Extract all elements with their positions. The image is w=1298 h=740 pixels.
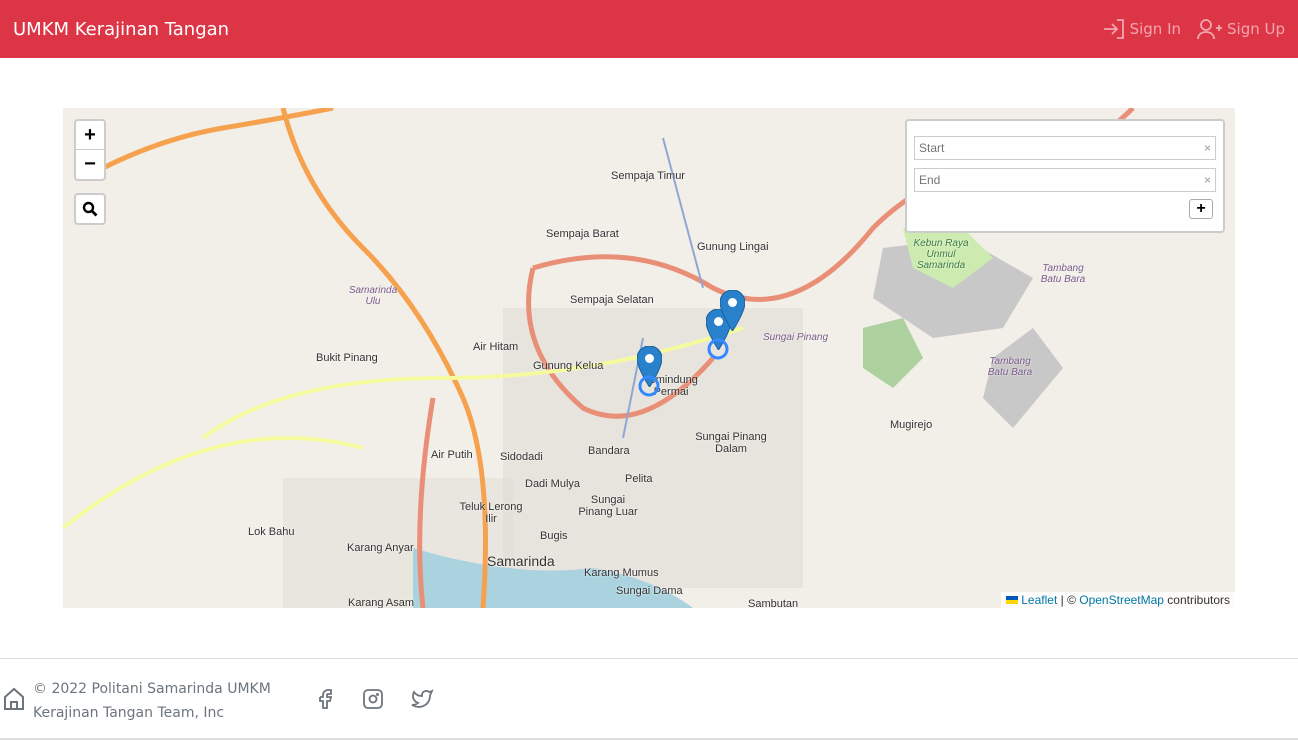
map-label: Mugirejo: [890, 419, 933, 431]
instagram-icon[interactable]: [361, 687, 385, 711]
facebook-icon[interactable]: [313, 687, 337, 711]
map-label: Gunung Kelua: [533, 360, 604, 372]
map-label: Sempaja Timur: [611, 170, 685, 182]
map-label: Sungai Dama: [616, 585, 683, 597]
footer: © 2022 Politani Samarinda UMKM Kerajinan…: [0, 658, 1298, 740]
map-label: Bandara: [588, 445, 630, 457]
map-label: Bukit Pinang: [316, 352, 378, 364]
end-input[interactable]: [915, 169, 1215, 191]
map-label: Tambang Batu Bara: [987, 356, 1033, 378]
add-waypoint-button[interactable]: +: [1189, 199, 1213, 219]
map-label: Samarinda: [487, 553, 555, 569]
sign-in-icon: [1103, 19, 1124, 39]
map-label: Teluk Lerong Ilir: [459, 501, 523, 525]
attribution-sep: | ©: [1057, 593, 1080, 607]
map-label: Sungai Pinang Dalam: [695, 431, 767, 455]
route-start: ×: [914, 136, 1216, 160]
attribution-suffix: contributors: [1163, 593, 1230, 607]
leaflet-link[interactable]: Leaflet: [1021, 593, 1057, 607]
map-label: Karang Asam: [348, 597, 415, 608]
map-label: Pelita: [625, 473, 653, 485]
map-label: Bugis: [540, 530, 568, 542]
sign-in-label: Sign In: [1129, 20, 1181, 38]
user-plus-icon: [1197, 19, 1222, 40]
home-icon[interactable]: [3, 687, 25, 711]
sign-up-label: Sign Up: [1227, 20, 1285, 38]
location-circle-icon: [638, 375, 660, 397]
map-attribution: Leaflet | © OpenStreetMap contributors: [1000, 592, 1235, 608]
location-circle-icon: [707, 338, 729, 360]
copyright: © 2022 Politani Samarinda UMKM Kerajinan…: [33, 677, 271, 725]
zoom-out-button[interactable]: −: [76, 150, 104, 179]
start-input[interactable]: [915, 137, 1215, 159]
map-label: Sungai Pinang Luar: [578, 494, 638, 518]
copyright-line1: © 2022 Politani Samarinda UMKM: [33, 681, 271, 697]
sign-in-link[interactable]: Sign In: [1102, 18, 1181, 40]
map-label: Dadi Mulya: [525, 478, 581, 490]
sign-up-link[interactable]: Sign Up: [1197, 18, 1285, 40]
map-label: Gunung Lingai: [697, 241, 769, 253]
map-label: Lok Bahu: [248, 526, 295, 538]
map-marker-icon[interactable]: [720, 290, 745, 331]
map-label: Air Hitam: [473, 341, 519, 353]
map-label: Karang Mumus: [584, 567, 659, 579]
map-label: Sempaja Selatan: [570, 294, 654, 306]
map-label: Samarinda Ulu: [348, 285, 398, 307]
map-label: Sempaja Barat: [546, 228, 619, 240]
zoom-control: + −: [74, 119, 106, 181]
map-label: Kebun Raya Unmul Samarinda: [913, 238, 969, 271]
search-icon: [82, 201, 98, 217]
clear-end-button[interactable]: ×: [1204, 173, 1211, 187]
social-links: [313, 687, 435, 711]
map-label: Sungai Pinang: [763, 332, 829, 343]
navbar: UMKM Kerajinan Tangan Sign In Sign Up: [0, 0, 1298, 58]
map[interactable]: Sempaja Timur Sempaja Barat Gunung Linga…: [63, 108, 1235, 608]
brand[interactable]: UMKM Kerajinan Tangan: [13, 19, 229, 40]
osm-link[interactable]: OpenStreetMap: [1079, 593, 1164, 607]
twitter-icon[interactable]: [409, 687, 435, 711]
routing-panel: × × +: [905, 119, 1225, 233]
map-label: Tambang Batu Bara: [1040, 263, 1086, 285]
map-label: Karang Anyar: [347, 542, 414, 554]
map-label: Air Putih: [431, 449, 473, 461]
map-search-button[interactable]: [74, 193, 106, 225]
map-label: Sidodadi: [500, 451, 543, 463]
clear-start-button[interactable]: ×: [1204, 141, 1211, 155]
route-end: ×: [914, 168, 1216, 192]
zoom-in-button[interactable]: +: [76, 121, 104, 150]
ukraine-flag-icon: [1005, 596, 1018, 604]
map-label: Sambutan: [748, 598, 799, 608]
copyright-line2: Kerajinan Tangan Team, Inc: [33, 705, 225, 721]
